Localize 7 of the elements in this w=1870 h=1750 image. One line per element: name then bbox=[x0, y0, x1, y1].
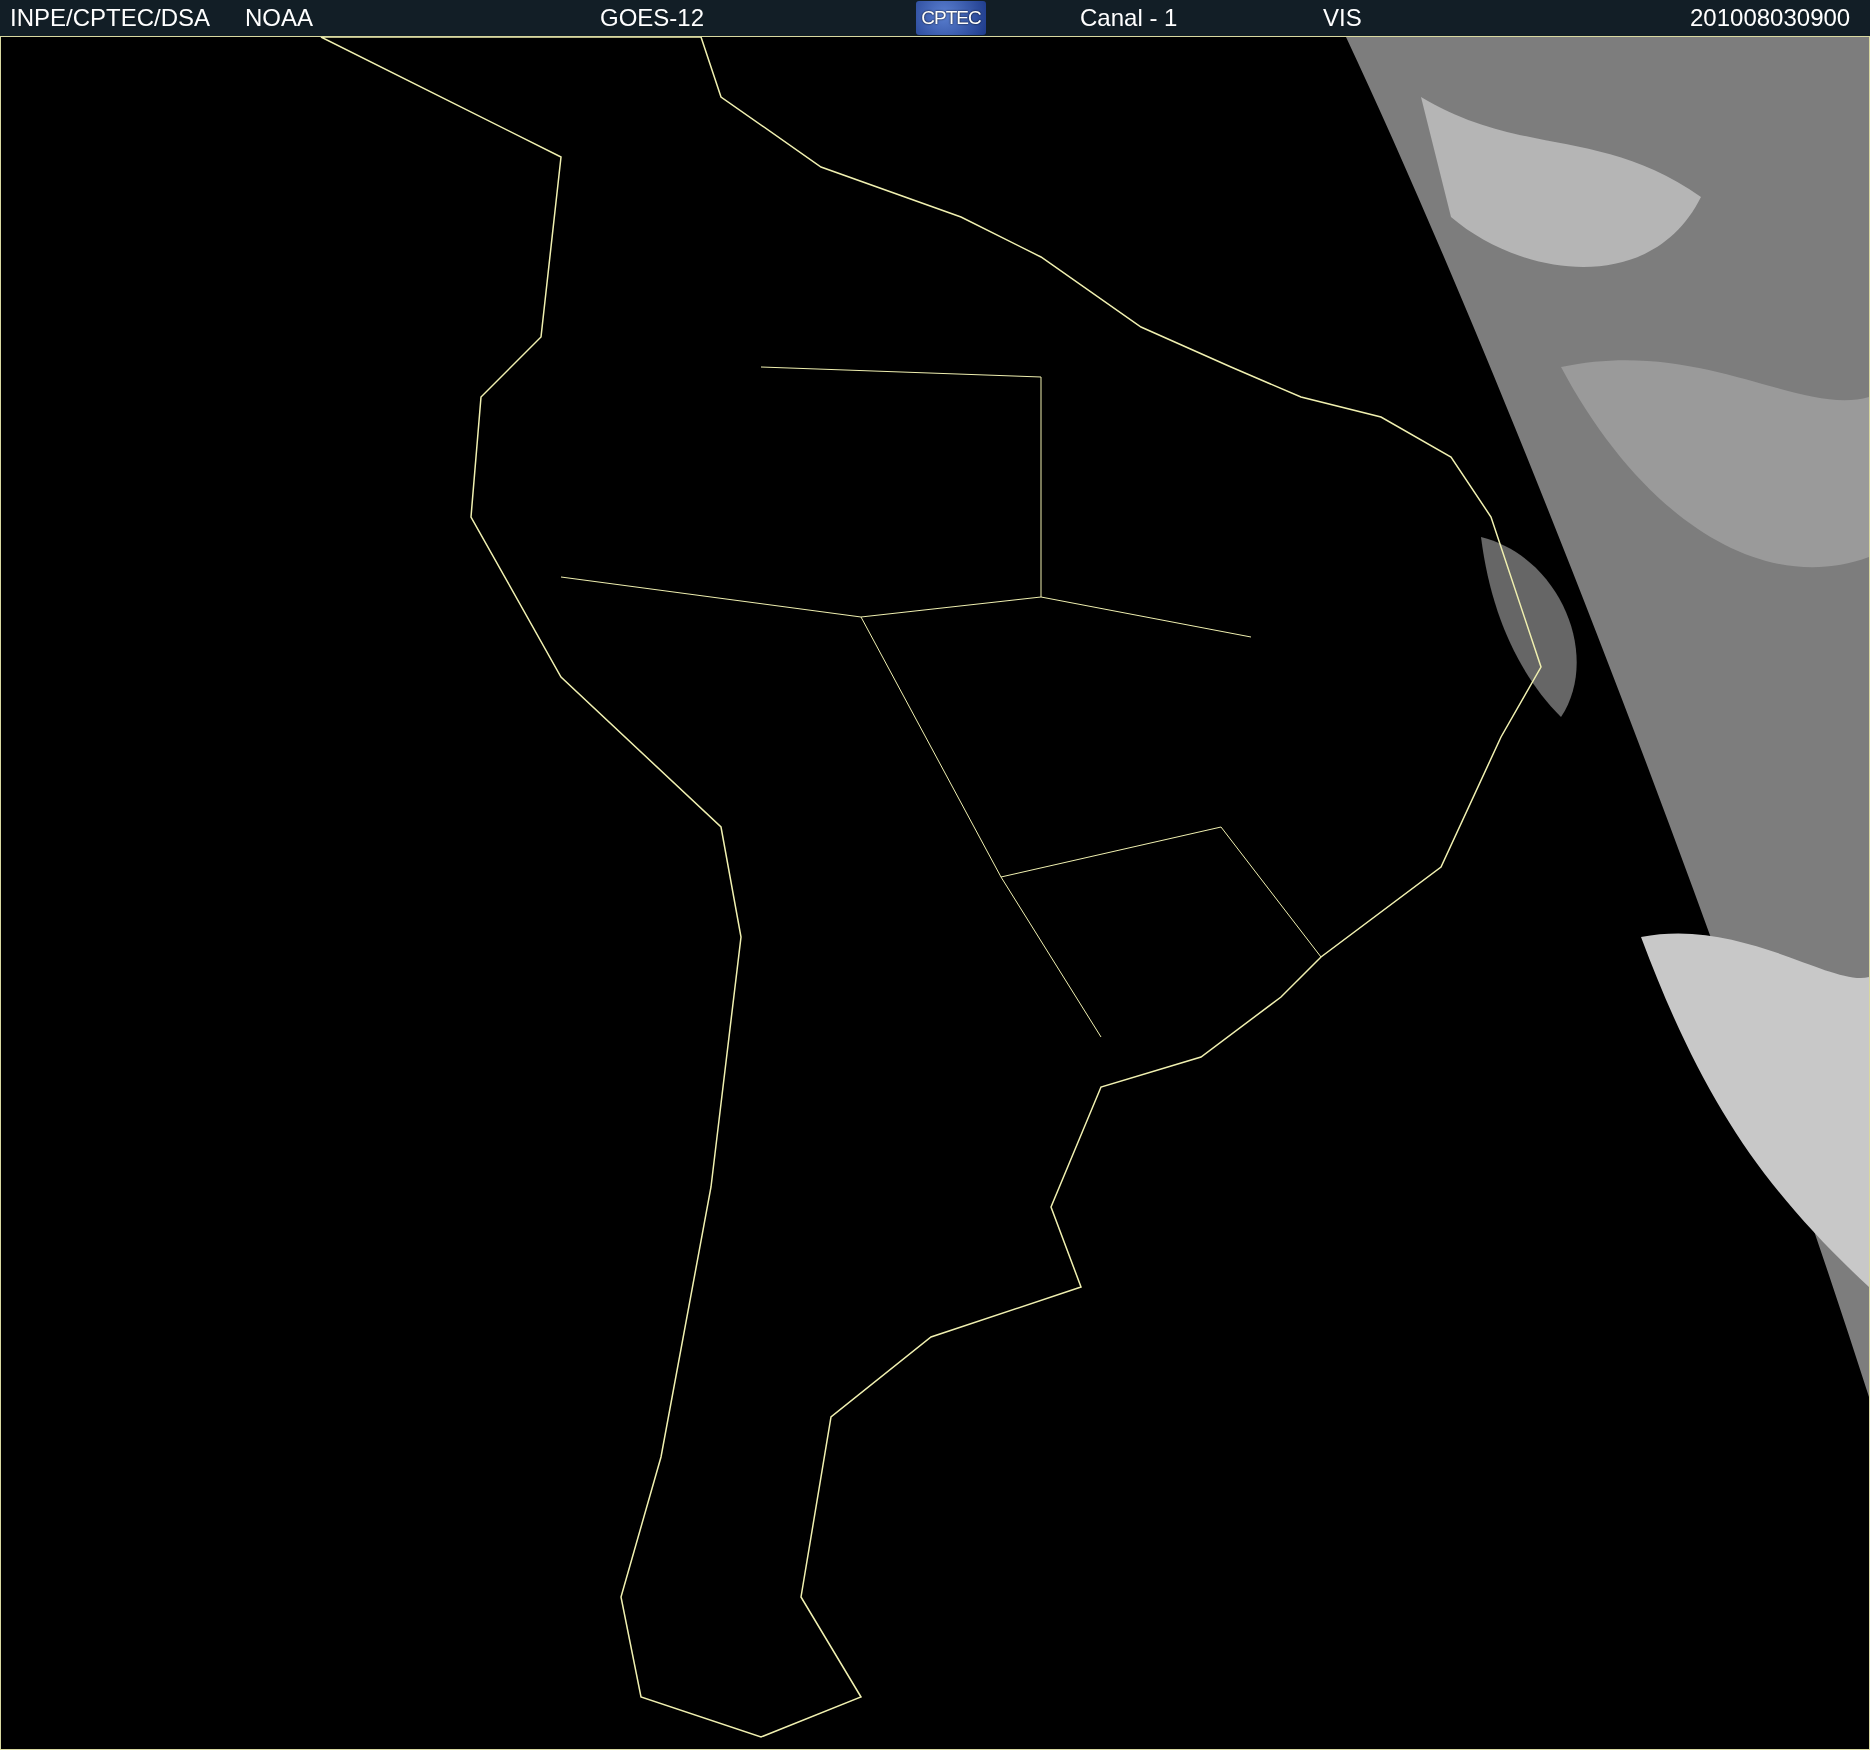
satellite-label: GOES-12 bbox=[600, 4, 706, 32]
source-label: INPE/CPTEC/DSA bbox=[10, 4, 212, 32]
timestamp-label: 201008030900 bbox=[1690, 4, 1851, 32]
logo: CPTEC bbox=[916, 1, 986, 35]
band-label: VIS bbox=[1323, 4, 1363, 32]
agency-label: NOAA bbox=[245, 4, 314, 32]
channel-label: Canal - 1 bbox=[1080, 4, 1179, 32]
